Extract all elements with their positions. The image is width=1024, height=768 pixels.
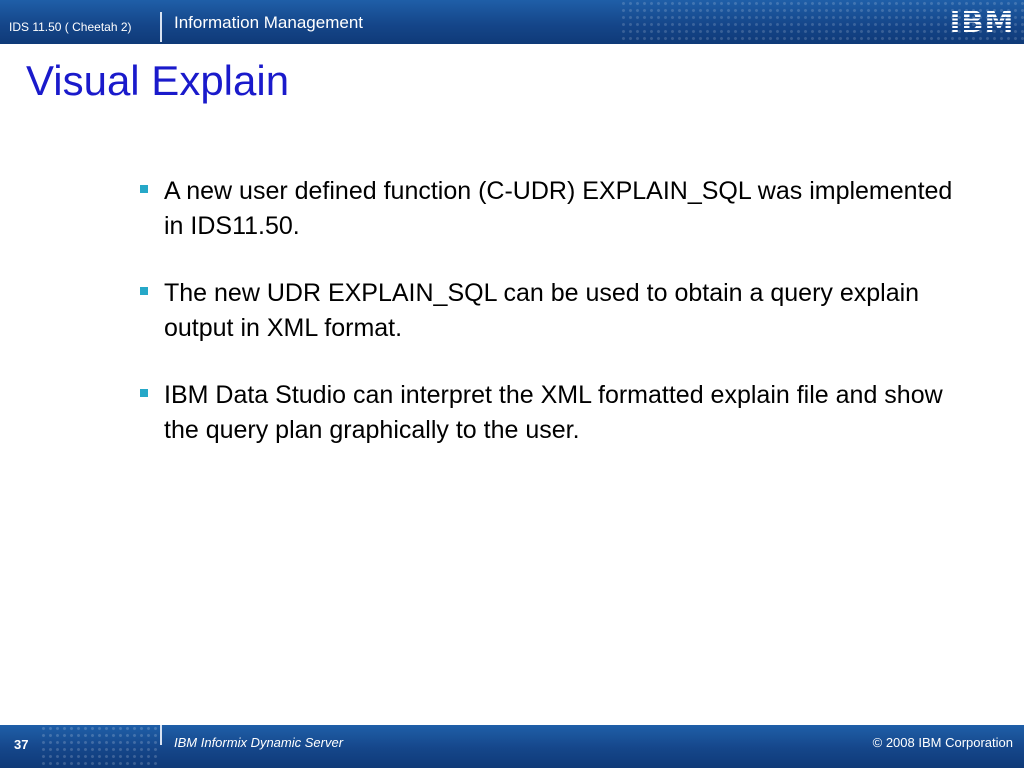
bullet-square-icon <box>140 185 148 193</box>
bullet-text: The new UDR EXPLAIN_SQL can be used to o… <box>164 279 920 342</box>
footer-product-name: IBM Informix Dynamic Server <box>174 735 344 750</box>
ibm-logo: IBM <box>949 5 1015 39</box>
bullet-square-icon <box>140 389 148 397</box>
header-bar: IDS 11.50 ( Cheetah 2) Information Manag… <box>0 0 1024 44</box>
slide-title: Visual Explain <box>26 57 290 104</box>
bullet-item: The new UDR EXPLAIN_SQL can be used to o… <box>140 276 960 346</box>
bullet-square-icon <box>140 287 148 295</box>
footer-bar: 37 IBM Informix Dynamic Server © 2008 IB… <box>0 725 1024 768</box>
header-divider <box>160 12 162 42</box>
bullet-text: IBM Data Studio can interpret the XML fo… <box>164 381 943 444</box>
header-title: Information Management <box>174 13 363 32</box>
footer-dot-pattern <box>40 725 160 768</box>
page-number: 37 <box>14 737 29 752</box>
header-subtitle: IDS 11.50 ( Cheetah 2) <box>9 20 132 34</box>
footer-divider <box>160 725 162 745</box>
bullet-item: IBM Data Studio can interpret the XML fo… <box>140 378 960 448</box>
bullet-text: A new user defined function (C-UDR) EXPL… <box>164 177 953 240</box>
bullet-item: A new user defined function (C-UDR) EXPL… <box>140 174 960 244</box>
footer-copyright: © 2008 IBM Corporation <box>872 735 1013 750</box>
bullet-list: A new user defined function (C-UDR) EXPL… <box>140 174 960 480</box>
